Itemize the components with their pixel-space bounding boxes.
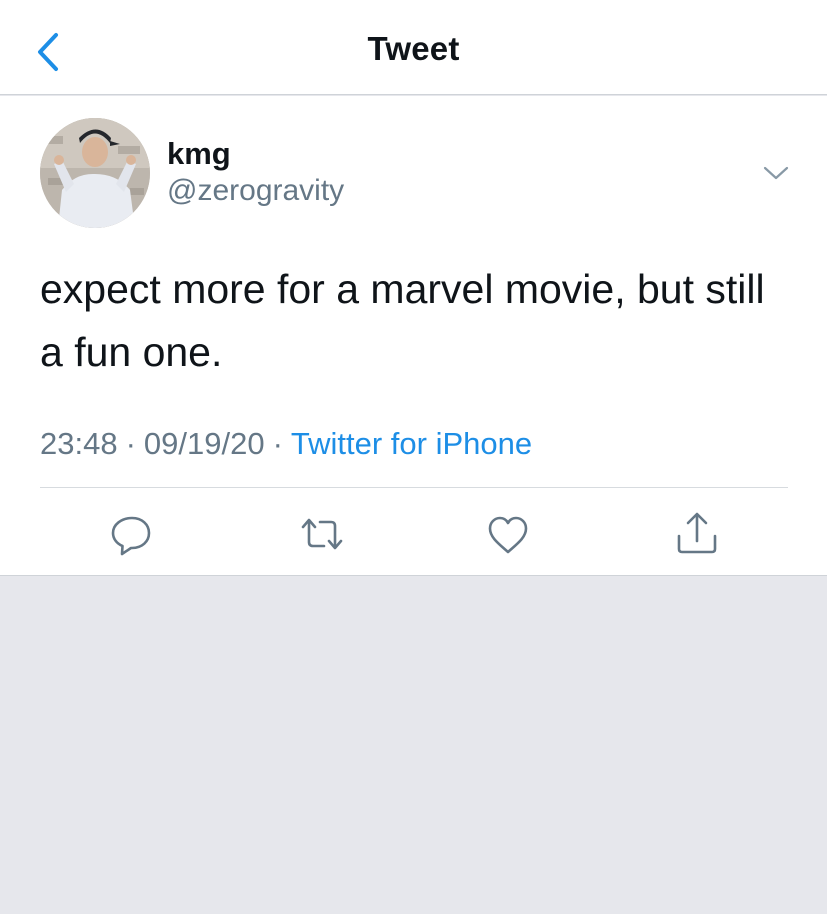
more-options-button[interactable]	[760, 161, 792, 185]
separator-dot: ·	[272, 426, 283, 461]
tweet-text: expect more for a marvel movie, but stil…	[40, 266, 765, 375]
reply-icon	[111, 516, 151, 556]
reply-button[interactable]	[106, 509, 156, 559]
like-icon	[488, 516, 528, 554]
page-title: Tweet	[367, 30, 460, 67]
avatar[interactable]	[40, 118, 150, 228]
tweet-detail: kmg @zerogravity expect more for a marve…	[0, 96, 827, 576]
display-name[interactable]: kmg	[167, 136, 231, 172]
tweet-time: 23:48	[40, 426, 118, 461]
tweet-source-link[interactable]: Twitter for iPhone	[291, 426, 532, 461]
avatar-photo	[40, 118, 150, 228]
like-button[interactable]	[483, 509, 533, 559]
username-handle[interactable]: @zerogravity	[167, 174, 344, 208]
share-button[interactable]	[672, 509, 722, 559]
share-icon	[677, 512, 717, 554]
retweet-button[interactable]	[297, 509, 347, 559]
tweet-metadata: 23:48 · 09/19/20 · Twitter for iPhone	[40, 426, 532, 462]
chevron-down-icon	[763, 166, 789, 180]
divider	[40, 487, 788, 488]
retweet-icon	[301, 518, 343, 550]
tweet-date: 09/19/20	[143, 426, 265, 461]
separator-dot: ·	[125, 426, 136, 461]
navigation-bar: Tweet	[0, 0, 827, 95]
